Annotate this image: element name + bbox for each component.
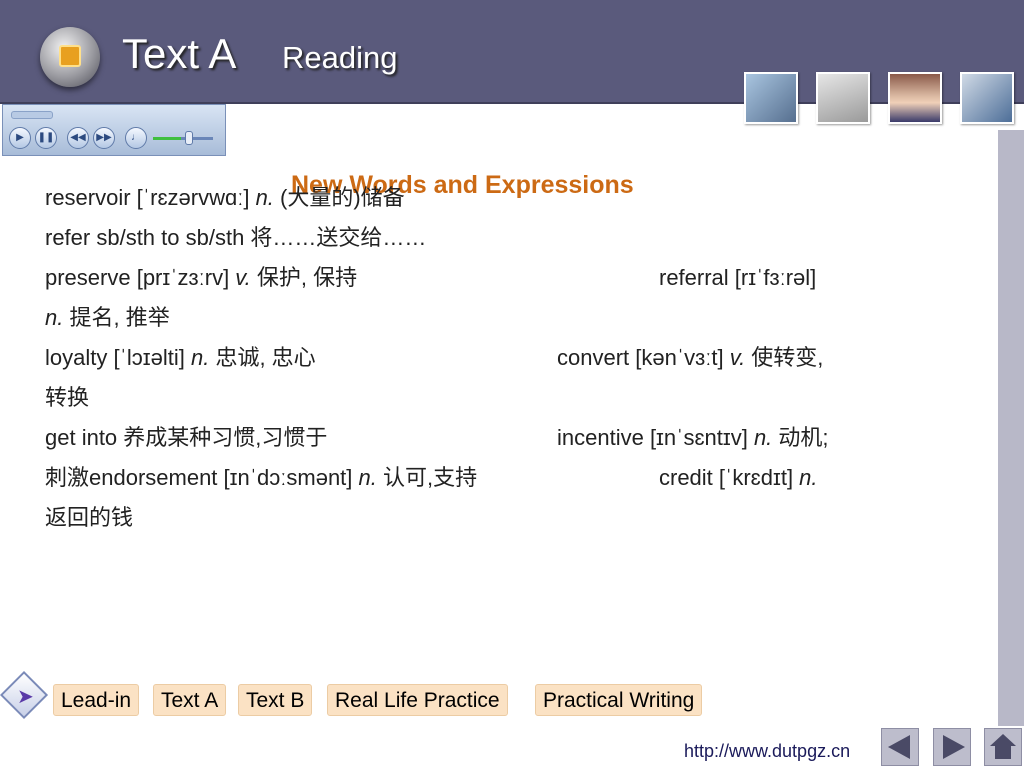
footer-url[interactable]: http://www.dutpgz.cn xyxy=(684,741,850,762)
vocab-line: convert [kənˈvɜːt] v. 使转变, xyxy=(557,345,823,371)
vocab-meaning: (大量的)储备 xyxy=(273,185,405,210)
vocab-text: convert [kənˈvɜːt] xyxy=(557,345,730,370)
nav-button-real-life-practice[interactable]: Real Life Practice xyxy=(327,684,508,716)
previous-slide-button[interactable] xyxy=(881,728,919,766)
thumbnail-image xyxy=(816,72,870,124)
part-of-speech: v. xyxy=(729,345,746,370)
nav-button-text-a[interactable]: Text A xyxy=(153,684,227,716)
nav-button-practical-writing[interactable]: Practical Writing xyxy=(535,684,703,716)
vocab-line: refer sb/sth to sb/sth 将……送交给…… xyxy=(45,225,426,251)
part-of-speech: n. xyxy=(255,185,274,210)
play-icon[interactable]: ▶ xyxy=(9,127,31,149)
volume-slider[interactable] xyxy=(153,137,213,140)
vocab-text: preserve [prɪˈzɜːrv] xyxy=(45,265,236,290)
vocab-line: get into 养成某种习惯,习惯于 xyxy=(45,425,327,451)
vocab-meaning: 认可,支持 xyxy=(376,465,478,490)
volume-slider-fill xyxy=(153,137,181,140)
thumbnail-image xyxy=(744,72,798,124)
previous-track-icon[interactable]: ◀◀ xyxy=(67,127,89,149)
vocab-line: reservoir [ˈrɛzərvwɑː] n. (大量的)储备 xyxy=(45,185,405,211)
home-button[interactable] xyxy=(984,728,1022,766)
part-of-speech: n. xyxy=(358,465,377,490)
vocab-meaning: 提名, 推举 xyxy=(63,305,170,330)
home-icon xyxy=(990,734,1016,746)
vocab-text: loyalty [ˈlɔɪəlti] xyxy=(45,345,191,370)
vocab-meaning: 保护, 保持 xyxy=(250,265,358,290)
media-player: ▶ ❚❚ ◀◀ ▶▶ ♩ xyxy=(2,104,226,156)
player-title-bar xyxy=(11,111,53,119)
vocab-text: refer sb/sth to sb/sth 将……送交给…… xyxy=(45,225,427,250)
vocab-text: 刺激endorsement [ɪnˈdɔːsmənt] xyxy=(45,465,359,490)
vocab-text: reservoir [ˈrɛzərvwɑː] xyxy=(45,185,256,210)
vocab-text: referral [rɪˈfɜːrəl] xyxy=(659,265,817,290)
pause-icon[interactable]: ❚❚ xyxy=(35,127,57,149)
triangle-left-icon xyxy=(888,735,910,759)
vocab-text: credit [ˈkrɛdɪt] xyxy=(659,465,800,490)
part-of-speech: n. xyxy=(753,425,773,450)
volume-icon[interactable]: ♩ xyxy=(125,127,147,149)
arrow-icon: ➤ xyxy=(17,686,34,708)
next-track-icon[interactable]: ▶▶ xyxy=(93,127,115,149)
volume-slider-handle[interactable] xyxy=(185,131,193,145)
part-of-speech: n. xyxy=(190,345,210,370)
nav-button-text-b[interactable]: Text B xyxy=(238,684,313,716)
part-of-speech: n. xyxy=(799,465,818,490)
vocab-text: 转换 xyxy=(45,385,90,410)
vocab-text: incentive [ɪnˈsɛntɪv] xyxy=(557,425,754,450)
page-subtitle: Reading xyxy=(282,40,398,75)
logo-icon xyxy=(40,27,100,87)
vocab-line: credit [ˈkrɛdɪt] n. xyxy=(659,465,818,491)
vocab-line: referral [rɪˈfɜːrəl] xyxy=(659,265,816,291)
square-logo-icon xyxy=(59,45,81,67)
thumbnail-image xyxy=(888,72,942,124)
vocab-text: 返回的钱 xyxy=(45,505,134,530)
vocab-line: 返回的钱 xyxy=(45,505,133,531)
vocab-text: get into 养成某种习惯,习惯于 xyxy=(45,425,328,450)
side-bar xyxy=(998,130,1024,726)
vocab-line: preserve [prɪˈzɜːrv] v. 保护, 保持 xyxy=(45,265,357,291)
vocab-line: 刺激endorsement [ɪnˈdɔːsmənt] n. 认可,支持 xyxy=(45,465,477,491)
vocab-meaning: 动机; xyxy=(772,425,829,450)
part-of-speech: n. xyxy=(45,305,64,330)
part-of-speech: v. xyxy=(235,265,251,290)
vocab-meaning: 使转变, xyxy=(745,345,824,370)
nav-button-lead-in[interactable]: Lead-in xyxy=(53,684,140,716)
home-icon-body xyxy=(995,746,1011,759)
triangle-right-icon xyxy=(943,735,965,759)
vocab-line: loyalty [ˈlɔɪəlti] n. 忠诚, 忠心 xyxy=(45,345,316,371)
vocab-line: 转换 xyxy=(45,385,89,411)
page-title: Text A xyxy=(122,30,237,77)
thumbnail-image xyxy=(960,72,1014,124)
next-slide-button[interactable] xyxy=(933,728,971,766)
vocab-line: n. 提名, 推举 xyxy=(45,305,170,331)
vocab-meaning: 忠诚, 忠心 xyxy=(209,345,316,370)
vocab-line: incentive [ɪnˈsɛntɪv] n. 动机; xyxy=(557,425,829,451)
